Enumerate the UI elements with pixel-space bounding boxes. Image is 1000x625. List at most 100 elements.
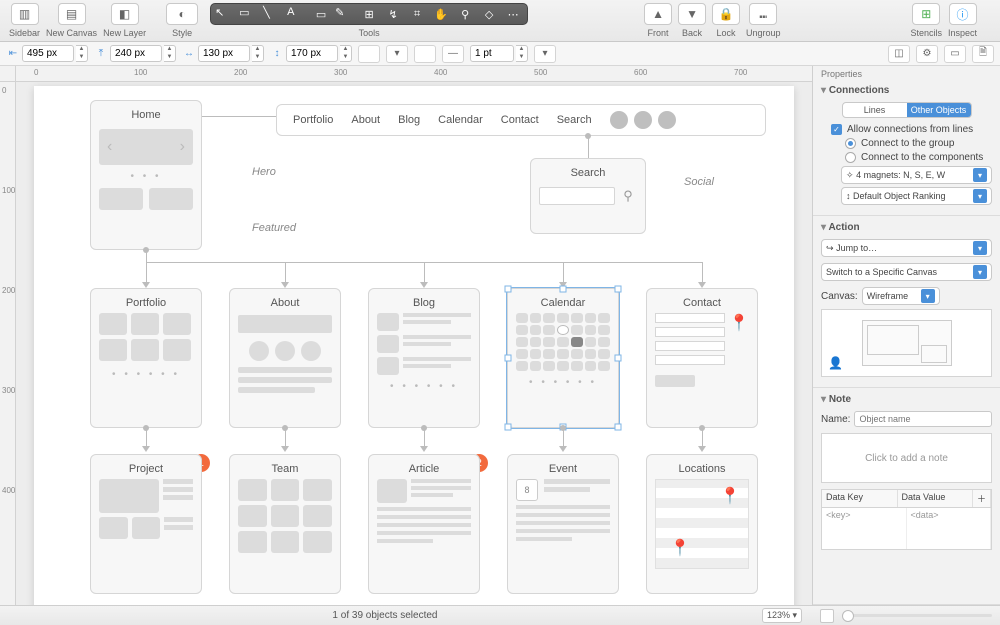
card-locations[interactable]: Locations 📍 📍	[646, 454, 758, 594]
canvas-thumbnail[interactable]: 👤	[821, 309, 992, 377]
y-stepper[interactable]: ▲▼	[164, 45, 176, 62]
misc-tool[interactable]: ⋯	[503, 6, 523, 22]
segment-lines[interactable]: Lines	[843, 103, 907, 117]
inspect-button[interactable]: ⓘ	[949, 3, 977, 25]
card-search[interactable]: Search ⚲	[530, 158, 646, 234]
bring-front-button[interactable]: ▲	[644, 3, 672, 25]
nav-item-blog[interactable]: Blog	[398, 114, 420, 126]
h-input[interactable]	[286, 45, 338, 62]
card-article[interactable]: Article	[368, 454, 480, 594]
lock-button[interactable]: 🔒	[712, 3, 740, 25]
selection-handle[interactable]	[615, 355, 622, 362]
selection-handle[interactable]	[505, 424, 512, 431]
action-type-dropdown[interactable]: ↪ Jump to…▾	[821, 239, 992, 257]
card-project[interactable]: Project	[90, 454, 202, 594]
pen-tool[interactable]	[335, 6, 355, 22]
card-team[interactable]: Team	[229, 454, 341, 594]
insp-tab-geometry[interactable]: ◫	[888, 45, 910, 63]
stroke-swatch[interactable]	[414, 45, 436, 63]
new-canvas-button[interactable]: ▤	[58, 3, 86, 25]
nav-item-calendar[interactable]: Calendar	[438, 114, 483, 126]
line-tool[interactable]	[263, 6, 283, 22]
line-start-style[interactable]: ▾	[534, 45, 556, 63]
data-key-placeholder[interactable]: <key>	[822, 508, 907, 549]
action-target-dropdown[interactable]: Switch to a Specific Canvas▾	[821, 263, 992, 281]
card-contact[interactable]: Contact 📍	[646, 288, 758, 428]
nav-item-about[interactable]: About	[351, 114, 380, 126]
allow-connections-checkbox[interactable]: ✓	[831, 124, 842, 135]
social-avatar-3[interactable]	[658, 111, 676, 129]
stroke-width-input[interactable]	[470, 45, 514, 62]
card-blog[interactable]: Blog • • • • • •	[368, 288, 480, 428]
canvas-dropdown[interactable]: Wireframe▾	[862, 287, 940, 305]
card-event[interactable]: Event 8	[507, 454, 619, 594]
stroke-style[interactable]: —	[442, 45, 464, 63]
y-input[interactable]	[110, 45, 162, 62]
add-data-row-button[interactable]: ＋	[973, 490, 991, 507]
connect-group-radio[interactable]	[845, 138, 856, 149]
ruler-horizontal[interactable]: 0 100 200 300 400 500 600 700	[16, 66, 812, 82]
card-about[interactable]: About	[229, 288, 341, 428]
stroke-stepper[interactable]: ▲▼	[516, 45, 528, 62]
rect-tool[interactable]: ▭	[311, 6, 331, 22]
x-stepper[interactable]: ▲▼	[76, 45, 88, 62]
nav-item-contact[interactable]: Contact	[501, 114, 539, 126]
insp-tab-canvas[interactable]: ▭	[944, 45, 966, 63]
card-home[interactable]: Home ‹› • • •	[90, 100, 202, 250]
text-tool[interactable]	[287, 6, 307, 22]
data-table-body[interactable]: <key> <data>	[821, 508, 992, 550]
new-layer-button[interactable]: ◧	[111, 3, 139, 25]
ranking-dropdown[interactable]: ↕ Default Object Ranking▾	[841, 187, 992, 205]
magnets-dropdown[interactable]: ✧ 4 magnets: N, S, E, W▾	[841, 166, 992, 184]
card-calendar[interactable]: Calendar • • • • • •	[507, 288, 619, 428]
hand-tool[interactable]: ✋	[431, 6, 451, 22]
shape-tool[interactable]	[239, 6, 259, 22]
card-portfolio[interactable]: Portfolio • • • • • •	[90, 288, 202, 428]
section-note-header[interactable]: Note	[821, 394, 992, 405]
select-tool[interactable]	[215, 6, 235, 22]
ungroup-button[interactable]: ⑉	[749, 3, 777, 25]
segment-other-objects[interactable]: Other Objects	[907, 103, 971, 117]
data-value-placeholder[interactable]: <data>	[907, 508, 992, 549]
social-avatar-2[interactable]	[634, 111, 652, 129]
w-stepper[interactable]: ▲▼	[252, 45, 264, 62]
selection-handle[interactable]	[615, 424, 622, 431]
selection-handle[interactable]	[560, 286, 567, 293]
section-connections-header[interactable]: Connections	[821, 85, 992, 96]
stencils-button[interactable]: ⊞	[912, 3, 940, 25]
connections-segment[interactable]: Lines Other Objects	[842, 102, 972, 118]
connect-components-radio[interactable]	[845, 152, 856, 163]
w-input[interactable]	[198, 45, 250, 62]
connector-tool[interactable]: ↯	[383, 6, 403, 22]
zoom-tool[interactable]: ⚲	[455, 6, 475, 22]
selection-handle[interactable]	[615, 286, 622, 293]
nav-pill[interactable]: Portfolio About Blog Calendar Contact Se…	[276, 104, 766, 136]
h-stepper[interactable]: ▲▼	[340, 45, 352, 62]
fill-dropdown[interactable]: ▾	[386, 45, 408, 63]
selection-handle[interactable]	[505, 355, 512, 362]
fill-swatch[interactable]	[358, 45, 380, 63]
zoom-slider[interactable]	[842, 614, 992, 617]
crop-tool[interactable]: ⊞	[359, 6, 379, 22]
note-textarea[interactable]: Click to add a note	[821, 433, 992, 483]
ruler-vertical[interactable]: 0 100 200 300 400	[0, 82, 16, 605]
nav-item-search[interactable]: Search	[557, 114, 592, 126]
insp-tab-document[interactable]: 🗎	[972, 45, 994, 63]
send-back-button[interactable]: ▼	[678, 3, 706, 25]
insp-tab-settings[interactable]: ⚙	[916, 45, 938, 63]
style-picker-button[interactable]: ◐	[166, 3, 198, 25]
canvas-page[interactable]: Home ‹› • • • Portfolio About Blog Calen…	[34, 86, 794, 605]
point-tool[interactable]: ◇	[479, 6, 499, 22]
search-field[interactable]	[539, 187, 615, 205]
stamp-tool[interactable]: ⌗	[407, 6, 427, 22]
search-icon[interactable]: ⚲	[619, 187, 637, 205]
x-input[interactable]	[22, 45, 74, 62]
section-action-header[interactable]: Action	[821, 222, 992, 233]
selection-handle[interactable]	[505, 286, 512, 293]
zoom-readout[interactable]: 123% ▾	[762, 608, 802, 623]
canvas[interactable]: Home ‹› • • • Portfolio About Blog Calen…	[16, 82, 812, 605]
color-swatch[interactable]	[820, 609, 834, 623]
sidebar-toggle-button[interactable]: ▥	[11, 3, 39, 25]
social-avatar-1[interactable]	[610, 111, 628, 129]
note-name-input[interactable]	[854, 411, 992, 427]
